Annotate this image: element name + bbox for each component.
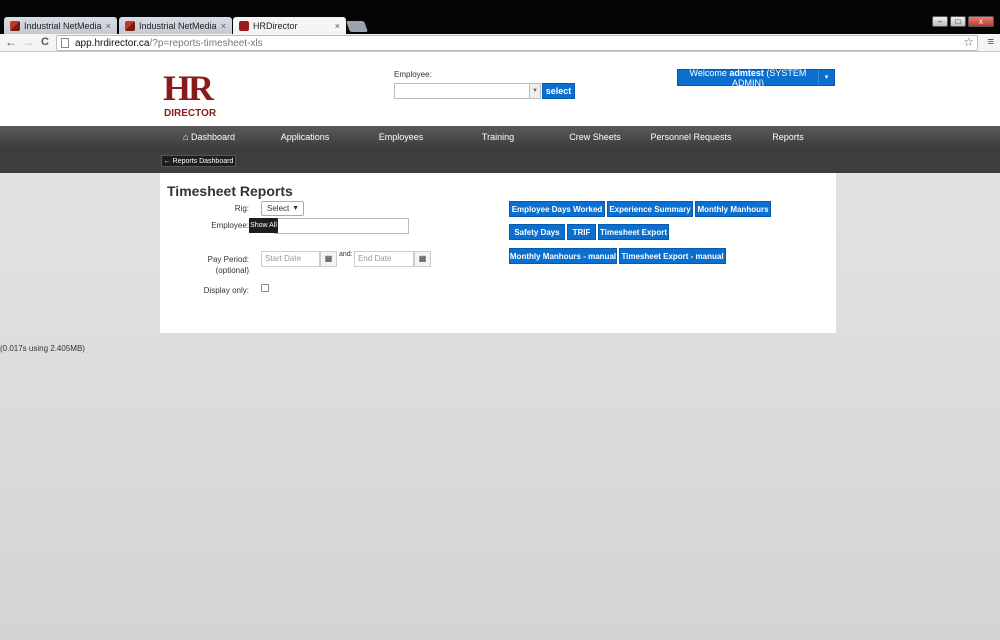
close-window-button[interactable]: x [968, 16, 994, 27]
browser-tab[interactable]: Industrial NetMedia × [4, 17, 117, 34]
display-only-checkbox[interactable] [261, 284, 269, 292]
tab-title: Industrial NetMedia [24, 20, 102, 31]
nav-item-training[interactable]: Training [482, 126, 514, 149]
nav-item-applications[interactable]: Applications [281, 126, 330, 149]
timesheet-export-button[interactable]: Timesheet Export [598, 224, 669, 240]
and-label: and: [339, 251, 353, 258]
url-path: /?p=reports-timesheet-xls [149, 37, 263, 49]
calendar-icon[interactable]: ▦ [320, 251, 337, 267]
bookmark-star-icon[interactable]: ☆ [963, 35, 974, 50]
reload-icon[interactable]: C [38, 35, 52, 50]
hrdirector-favicon-icon [239, 20, 249, 31]
tab-close-icon[interactable]: × [106, 21, 111, 31]
home-icon: ⌂ [183, 132, 189, 142]
welcome-text: Welcome admtest (SYSTEM ADMIN) [689, 67, 807, 88]
display-only-label: Display only: [203, 286, 249, 295]
forward-arrow-icon[interactable]: → [21, 35, 35, 50]
timesheet-export-manual-button[interactable]: Timesheet Export - manual [619, 248, 726, 264]
timesheet-reports-panel: Timesheet Reports Rig: Select ▼ Employee… [160, 173, 836, 333]
nav-item-reports[interactable]: Reports [772, 126, 804, 149]
window-controls: – □ x [932, 16, 994, 27]
tab-title: Industrial NetMedia [139, 20, 217, 31]
show-all-button[interactable]: Show All [249, 218, 278, 233]
tab-close-icon[interactable]: × [335, 21, 340, 31]
address-bar[interactable]: app.hrdirector.ca/?p=reports-timesheet-x… [56, 35, 978, 51]
industrial-netmedia-favicon-icon [10, 20, 20, 31]
tab-close-icon[interactable]: × [221, 21, 226, 31]
industrial-netmedia-favicon-icon [125, 20, 135, 31]
reports-dashboard-label: Reports Dashboard [172, 157, 234, 165]
end-date-input[interactable]: End Date [354, 251, 414, 267]
rig-select-value: Select [267, 204, 290, 213]
logo-director: DIRECTOR [164, 108, 217, 119]
page-icon [61, 38, 69, 48]
monthly-manhours-manual-button[interactable]: Monthly Manhours - manual [509, 248, 617, 264]
trif-button[interactable]: TRIF [567, 224, 596, 240]
reports-dashboard-button[interactable]: ← Reports Dashboard [161, 155, 236, 167]
browser-menu-icon[interactable]: ≡ [988, 35, 994, 50]
page-title: Timesheet Reports [167, 183, 293, 199]
browser-titlebar: Industrial NetMedia × Industrial NetMedi… [0, 0, 1000, 34]
experience-summary-button[interactable]: Experience Summary [607, 201, 693, 217]
pay-period-label: Pay Period: [207, 255, 249, 264]
url-host: app.hrdirector.ca [75, 37, 150, 49]
main-nav: ⌂ Dashboard Applications Employees Train… [0, 126, 1000, 149]
nav-item-personnel-requests[interactable]: Personnel Requests [650, 126, 731, 149]
minimize-button[interactable]: – [932, 16, 948, 27]
employee-search-select[interactable]: ▼ [394, 83, 541, 99]
monthly-manhours-button[interactable]: Monthly Manhours [695, 201, 771, 217]
browser-tab[interactable]: Industrial NetMedia × [119, 17, 232, 34]
back-arrow-icon[interactable]: ← [4, 35, 18, 50]
employee-search-label: Employee: [394, 70, 432, 79]
employee-days-worked-button[interactable]: Employee Days Worked [509, 201, 605, 217]
sub-nav: ← Reports Dashboard [0, 149, 1000, 173]
pay-period-optional-label: (optional) [215, 266, 249, 275]
new-tab-button[interactable] [345, 21, 369, 32]
safety-days-button[interactable]: Safety Days [509, 224, 565, 240]
rig-select[interactable]: Select ▼ [261, 201, 304, 216]
back-arrow-icon: ← [163, 157, 171, 165]
nav-item-employees[interactable]: Employees [379, 126, 424, 149]
browser-toolbar: ← → C app.hrdirector.ca/?p=reports-times… [0, 34, 1000, 52]
dropdown-arrow-icon: ▼ [292, 205, 299, 212]
browser-tab-active[interactable]: HRDirector × [233, 17, 346, 34]
logo-hr: HR [163, 68, 214, 108]
chevron-down-icon[interactable]: ▾ [818, 70, 834, 85]
employee-input[interactable] [274, 218, 409, 234]
calendar-icon[interactable]: ▦ [414, 251, 431, 267]
employee-label: Employee: [211, 221, 249, 230]
hrdirector-logo[interactable]: HR DIRECTOR [163, 70, 225, 120]
tab-title: HRDirector [253, 20, 298, 31]
nav-item-crew-sheets[interactable]: Crew Sheets [569, 126, 621, 149]
user-menu-button[interactable]: Welcome admtest (SYSTEM ADMIN) ▾ [677, 67, 835, 88]
render-stats: (0.017s using 2.405MB) [0, 344, 85, 353]
select-employee-button[interactable]: select [542, 83, 575, 99]
nav-item-dashboard[interactable]: ⌂ Dashboard [183, 126, 235, 149]
dropdown-arrow-icon[interactable]: ▼ [529, 84, 540, 98]
rig-label: Rig: [234, 204, 249, 213]
start-date-input[interactable]: Start Date [261, 251, 320, 267]
maximize-button[interactable]: □ [950, 16, 966, 27]
site-header: HR DIRECTOR Employee: ▼ select Welcome a… [0, 52, 1000, 126]
